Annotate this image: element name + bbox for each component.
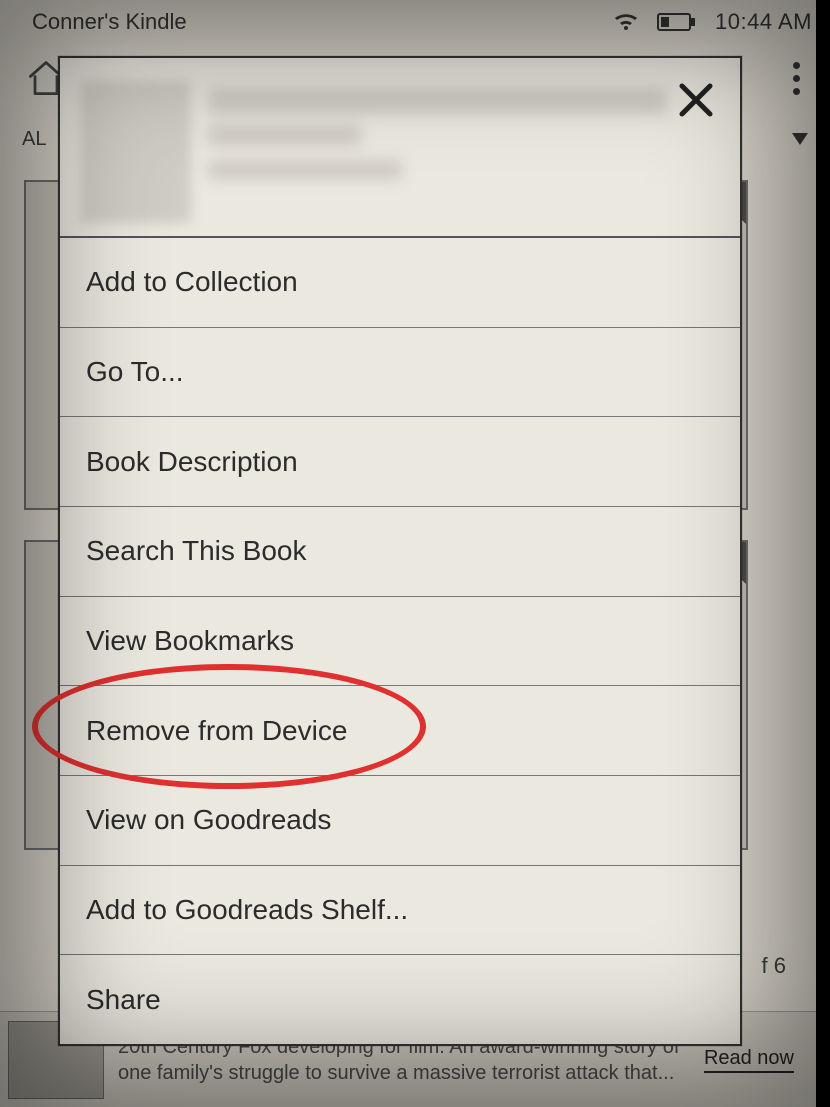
close-button[interactable] — [674, 78, 718, 122]
book-cover-thumbnail — [82, 82, 190, 222]
modal-header — [60, 58, 740, 238]
menu-item-view-on-goodreads[interactable]: View on Goodreads — [60, 776, 740, 866]
menu-item-search-this-book[interactable]: Search This Book — [60, 507, 740, 597]
menu-item-go-to[interactable]: Go To... — [60, 328, 740, 418]
menu-item-remove-from-device[interactable]: Remove from Device — [60, 686, 740, 776]
book-title-block — [208, 82, 718, 222]
chevron-down-icon — [792, 133, 808, 145]
menu-list: Add to Collection Go To... Book Descript… — [60, 238, 740, 1044]
menu-item-view-bookmarks[interactable]: View Bookmarks — [60, 597, 740, 687]
menu-item-book-description[interactable]: Book Description — [60, 417, 740, 507]
book-context-menu: Add to Collection Go To... Book Descript… — [58, 56, 742, 1046]
page-indicator: f 6 — [762, 953, 786, 979]
menu-item-add-to-collection[interactable]: Add to Collection — [60, 238, 740, 328]
status-bar: Conner's Kindle 10:44 AM — [0, 0, 830, 44]
menu-item-add-to-goodreads-shelf[interactable]: Add to Goodreads Shelf... — [60, 866, 740, 956]
clock-time: 10:44 AM — [715, 9, 812, 35]
wifi-icon — [613, 12, 639, 32]
device-name: Conner's Kindle — [32, 9, 187, 35]
read-now-link[interactable]: Read now — [704, 1047, 794, 1073]
filter-label[interactable]: AL — [22, 128, 46, 151]
sort-dropdown[interactable] — [792, 133, 808, 145]
battery-icon — [657, 12, 697, 32]
menu-item-share[interactable]: Share — [60, 955, 740, 1044]
kebab-menu-icon[interactable] — [793, 62, 800, 95]
